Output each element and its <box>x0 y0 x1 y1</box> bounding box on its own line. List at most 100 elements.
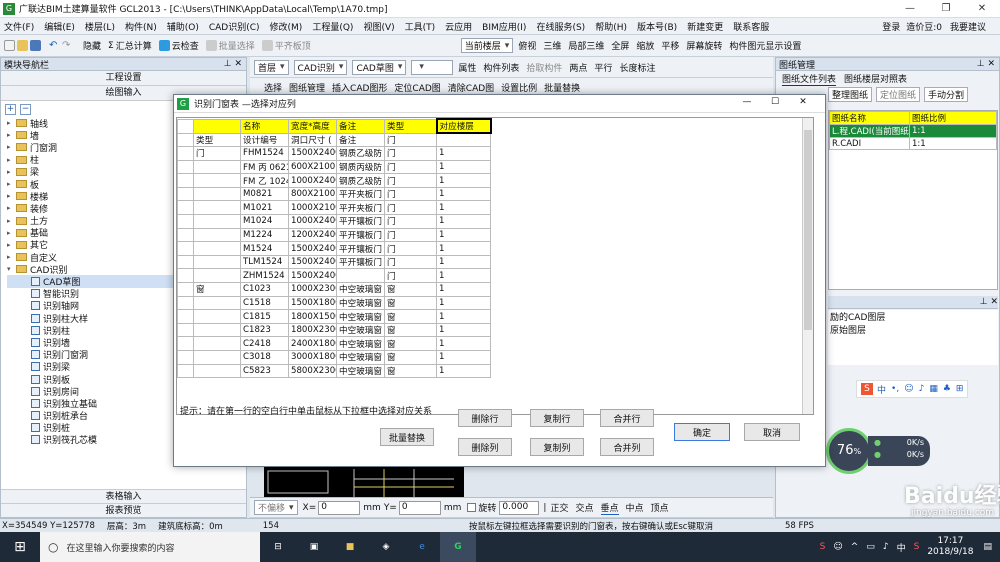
table-cell[interactable]: 窗 <box>384 336 437 351</box>
expand-arrow-icon[interactable]: ▸ <box>7 156 16 164</box>
table-cell[interactable]: 备注 <box>336 132 385 148</box>
manual-split-button[interactable]: 手动分割 <box>924 86 969 102</box>
table-cell[interactable]: C5823 <box>240 363 289 379</box>
flat-board-button[interactable]: 平齐板顶 <box>261 39 311 52</box>
component-select[interactable] <box>411 59 454 75</box>
table-cell[interactable]: 门 <box>384 186 437 202</box>
table-cell[interactable]: 中空玻璃窗 <box>336 322 385 338</box>
table-cell[interactable]: 1 <box>436 214 491 229</box>
close-window-button[interactable]: ✕ <box>964 0 1000 18</box>
toolbox-icon[interactable]: ⊞ <box>956 384 964 394</box>
table-cell[interactable]: 1000X2300 <box>288 282 337 297</box>
snap-perp[interactable]: 垂点 <box>600 501 619 515</box>
people-icon[interactable]: ☺ <box>833 542 842 552</box>
table-cell[interactable] <box>193 214 241 229</box>
table-cell[interactable] <box>336 268 385 284</box>
redo-icon[interactable]: ↷ <box>62 40 73 51</box>
project-settings-tab[interactable]: 工程设置 <box>1 71 246 86</box>
collapse-all-icon[interactable]: − <box>20 103 31 115</box>
table-cell[interactable]: 3000X1800 <box>288 350 337 365</box>
tab-floor-mapping[interactable]: 图纸楼层对照表 <box>844 72 907 85</box>
table-cell[interactable]: 1500X2400 <box>288 268 337 284</box>
table-cell[interactable]: 1 <box>436 268 491 284</box>
table-cell[interactable]: C1823 <box>240 322 289 338</box>
table-cell[interactable]: 平开夹板门 <box>336 186 385 202</box>
table-cell[interactable] <box>193 254 241 270</box>
ok-button[interactable]: 确定 <box>674 423 730 441</box>
menu-item[interactable]: 文件(F) <box>4 20 34 33</box>
set-ratio-button[interactable]: 设置比例 <box>501 81 537 94</box>
table-cell[interactable]: 2400X1800 <box>288 336 337 351</box>
component-list-button[interactable]: 构件列表 <box>483 61 519 74</box>
batch-select-button[interactable]: 批量选择 <box>205 39 255 52</box>
table-cell[interactable] <box>436 132 491 148</box>
table-cell[interactable]: 1000X2400 <box>288 173 337 188</box>
save-icon[interactable] <box>30 40 41 51</box>
table-cell[interactable]: C3018 <box>240 350 289 365</box>
report-preview-tab[interactable]: 报表预览 <box>1 503 246 517</box>
table-cell[interactable]: 1500X2400 <box>288 254 337 270</box>
restore-button[interactable]: ❐ <box>928 0 964 18</box>
snap-cross[interactable]: 交点 <box>575 501 593 514</box>
column-mapping-cell[interactable] <box>193 118 241 134</box>
menu-item[interactable]: 编辑(E) <box>44 20 75 33</box>
table-cell[interactable]: 平开镶板门 <box>336 254 385 270</box>
column-mapping-cell[interactable]: 备注 <box>336 118 385 134</box>
table-cell[interactable]: 800X2100 <box>288 186 337 202</box>
media-app-icon[interactable]: ▣ <box>296 542 332 552</box>
panel-pin-icon[interactable]: ⊥ ✕ <box>977 59 995 69</box>
table-cell[interactable] <box>193 159 241 175</box>
table-cell[interactable]: C1023 <box>240 282 289 297</box>
skin-icon[interactable]: ♣ <box>943 384 951 394</box>
dialog-minimize-button[interactable]: — <box>733 97 761 107</box>
menu-item[interactable]: 辅助(O) <box>167 20 199 33</box>
tray-arrow-icon[interactable]: ^ <box>851 542 859 552</box>
cad-drawing-select[interactable]: CAD草图 <box>352 59 407 75</box>
table-cell[interactable]: 门 <box>384 241 437 256</box>
table-cell[interactable]: C1518 <box>240 295 289 311</box>
file-explorer-icon[interactable]: ■ <box>332 542 368 552</box>
table-cell[interactable]: 门 <box>384 214 437 229</box>
table-cell[interactable] <box>193 173 241 188</box>
insert-cad-button[interactable]: 插入CAD图形 <box>332 81 387 94</box>
table-cell[interactable]: 门 <box>384 268 437 284</box>
menu-item[interactable]: 工程量(Q) <box>312 20 353 33</box>
tray-ime-label[interactable]: 中 <box>897 541 906 554</box>
table-cell[interactable]: FM 乙 1024 <box>240 173 289 188</box>
edge-icon[interactable]: e <box>404 542 440 552</box>
batch-replace-toolbar-button[interactable]: 批量替换 <box>544 81 580 94</box>
table-cell[interactable]: 窗 <box>384 350 437 365</box>
table-cell[interactable]: 窗 <box>384 309 437 324</box>
table-cell[interactable]: 门 <box>384 200 437 216</box>
copy-row-button[interactable]: 复制行 <box>530 409 584 427</box>
display-setting-button[interactable]: 构件图元显示设置 <box>729 39 801 52</box>
windows-start-icon[interactable]: ⊞ <box>0 539 40 555</box>
table-cell[interactable] <box>193 241 241 256</box>
emoji-icon[interactable]: ☺ <box>904 384 913 394</box>
menu-item[interactable]: 视图(V) <box>363 20 394 33</box>
minimize-button[interactable]: — <box>892 0 928 18</box>
undo-icon[interactable]: ↶ <box>49 40 60 51</box>
table-cell[interactable]: TLM1524 <box>240 254 289 270</box>
table-cell[interactable]: 窗 <box>384 295 437 311</box>
delete-column-button[interactable]: 删除列 <box>458 438 512 456</box>
table-cell[interactable]: 中空玻璃窗 <box>336 282 385 297</box>
table-input-tab[interactable]: 表格输入 <box>1 489 246 503</box>
layer-item[interactable]: 原始图层 <box>828 323 998 336</box>
hide-button[interactable]: 隐藏 <box>83 39 101 52</box>
menu-item[interactable]: CAD识别(C) <box>209 20 260 33</box>
table-cell[interactable]: FHM1524 <box>240 146 289 161</box>
table-cell[interactable]: 1800X2300 <box>288 322 337 338</box>
table-cell[interactable]: 5800X2300 <box>288 363 337 379</box>
table-cell[interactable]: 1 <box>436 200 491 216</box>
table-cell[interactable]: 1 <box>436 309 491 324</box>
expand-arrow-icon[interactable]: ▸ <box>7 131 16 139</box>
expand-arrow-icon[interactable]: ▸ <box>7 192 16 200</box>
notification-icon[interactable]: ▤ <box>983 542 992 552</box>
table-cell[interactable]: 1 <box>436 363 491 379</box>
drawing-manager-button[interactable]: 图纸管理 <box>289 81 325 94</box>
sogou-tray-icon-2[interactable]: S <box>914 542 920 552</box>
store-icon[interactable]: ◈ <box>368 542 404 552</box>
expand-arrow-icon[interactable]: ▸ <box>7 229 16 237</box>
copy-column-button[interactable]: 复制列 <box>530 438 584 456</box>
